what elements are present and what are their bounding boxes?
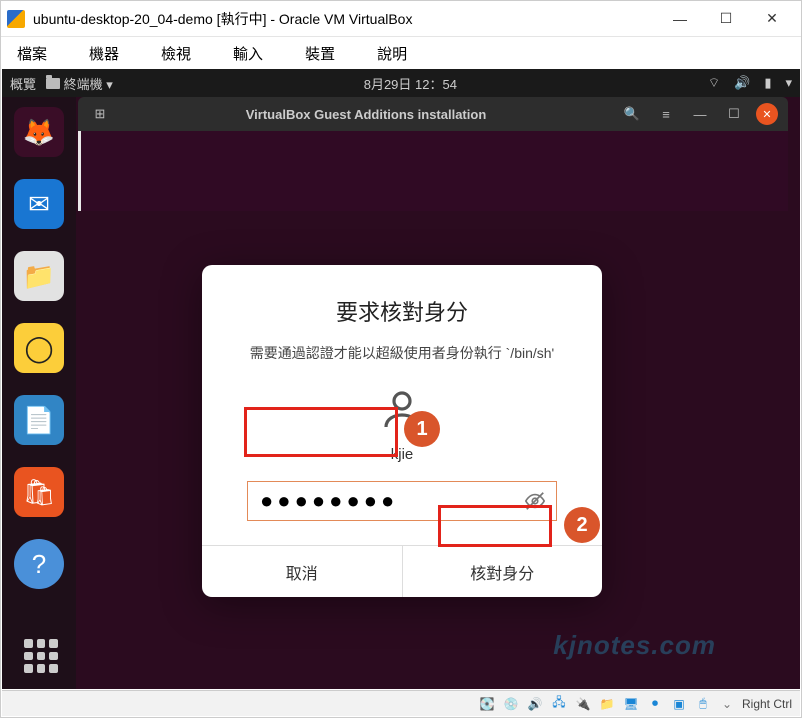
menu-file[interactable]: 檔案 bbox=[11, 39, 53, 68]
clock[interactable]: 8月29日 12：54 bbox=[113, 74, 708, 93]
usb-icon[interactable]: 🔌 bbox=[574, 695, 592, 713]
minimize-button[interactable]: — bbox=[657, 3, 703, 35]
dialog-username: kjie bbox=[232, 446, 572, 463]
password-input[interactable]: ●●●●●●●● bbox=[247, 481, 557, 521]
hamburger-menu-button[interactable]: ≡ bbox=[654, 102, 678, 126]
terminal-indicator-label: 終端機 bbox=[64, 77, 103, 92]
dock-files-icon[interactable]: 📁 bbox=[14, 251, 64, 301]
menu-machine[interactable]: 機器 bbox=[83, 39, 125, 68]
terminal-body[interactable] bbox=[78, 131, 788, 211]
maximize-button[interactable]: ☐ bbox=[703, 3, 749, 35]
virtualbox-icon bbox=[7, 10, 25, 28]
vm-viewport: 概覽 終端機 ▾ 8月29日 12：54 ⌔ 🔊 ▮ ▾ ⊞ VirtualBo… bbox=[2, 69, 800, 689]
terminal-indicator-icon bbox=[46, 78, 60, 89]
menu-help[interactable]: 說明 bbox=[371, 39, 413, 68]
hostkey-label: Right Ctrl bbox=[742, 697, 792, 711]
display-icon[interactable]: 🖥 bbox=[622, 695, 640, 713]
menu-devices[interactable]: 裝置 bbox=[299, 39, 341, 68]
dock-software-icon[interactable]: 🛍 bbox=[14, 467, 64, 517]
shared-folder-icon[interactable]: 📁 bbox=[598, 695, 616, 713]
hdd-activity-icon[interactable]: 💽 bbox=[478, 695, 496, 713]
cancel-button[interactable]: 取消 bbox=[202, 546, 402, 597]
menubar: 檔案 機器 檢視 輸入 裝置 說明 bbox=[1, 37, 801, 69]
network-icon[interactable]: ⌔ bbox=[708, 75, 720, 91]
menu-input[interactable]: 輸入 bbox=[227, 39, 269, 68]
system-menu-caret-icon[interactable]: ▾ bbox=[785, 75, 792, 91]
user-avatar-icon bbox=[232, 385, 572, 438]
dock-firefox-icon[interactable]: 🦊 bbox=[14, 107, 64, 157]
terminal-app-indicator[interactable]: 終端機 ▾ bbox=[46, 74, 113, 93]
battery-icon[interactable]: ▮ bbox=[764, 75, 771, 91]
vbox-statusbar: 💽 💿 🔊 🖧 🔌 📁 🖥 ⏺ ▣ 🖱 ⌄ Right Ctrl bbox=[2, 690, 800, 716]
activities-button[interactable]: 概覽 bbox=[10, 74, 36, 93]
annotation-callout-2: 2 bbox=[564, 507, 600, 543]
new-tab-button[interactable]: ⊞ bbox=[88, 102, 112, 126]
dialog-actions: 取消 核對身分 bbox=[202, 545, 602, 597]
menu-view[interactable]: 檢視 bbox=[155, 39, 197, 68]
cpu-icon[interactable]: ▣ bbox=[670, 695, 688, 713]
window-close-button[interactable]: ✕ bbox=[756, 103, 778, 125]
annotation-callout-1: 1 bbox=[404, 411, 440, 447]
ubuntu-dock: 🦊 ✉ 📁 ◯ 📄 🛍 ? bbox=[2, 97, 76, 689]
audio-icon[interactable]: 🔊 bbox=[526, 695, 544, 713]
dock-help-icon[interactable]: ? bbox=[14, 539, 64, 589]
dialog-title: 要求核對身分 bbox=[232, 295, 572, 327]
hostkey-indicator-icon: ⌄ bbox=[718, 695, 736, 713]
search-button[interactable]: 🔍 bbox=[620, 102, 644, 126]
window-min-button[interactable]: — bbox=[688, 102, 712, 126]
window-controls: — ☐ ✕ bbox=[657, 3, 795, 35]
dock-thunderbird-icon[interactable]: ✉ bbox=[14, 179, 64, 229]
dock-libreoffice-icon[interactable]: 📄 bbox=[14, 395, 64, 445]
recording-icon[interactable]: ⏺ bbox=[646, 695, 664, 713]
window-title: ubuntu-desktop-20_04-demo [執行中] - Oracle… bbox=[33, 9, 657, 29]
dialog-message: 需要通過認證才能以超級使用者身份執行 `/bin/sh' bbox=[232, 343, 572, 363]
ubuntu-topbar: 概覽 終端機 ▾ 8月29日 12：54 ⌔ 🔊 ▮ ▾ bbox=[2, 69, 800, 97]
window-max-button[interactable]: ☐ bbox=[722, 102, 746, 126]
window-titlebar: ubuntu-desktop-20_04-demo [執行中] - Oracle… bbox=[1, 1, 801, 37]
optical-drive-icon[interactable]: 💿 bbox=[502, 695, 520, 713]
password-mask: ●●●●●●●● bbox=[260, 488, 398, 514]
network-adapter-icon[interactable]: 🖧 bbox=[550, 695, 568, 713]
watermark-text: kjnotes.com bbox=[553, 630, 716, 661]
dock-rhythmbox-icon[interactable]: ◯ bbox=[14, 323, 64, 373]
terminal-headerbar[interactable]: ⊞ VirtualBox Guest Additions installatio… bbox=[78, 97, 788, 131]
reveal-password-icon[interactable] bbox=[524, 490, 546, 517]
auth-dialog: 要求核對身分 需要通過認證才能以超級使用者身份執行 `/bin/sh' kjie… bbox=[202, 265, 602, 597]
close-button[interactable]: ✕ bbox=[749, 3, 795, 35]
show-applications-button[interactable] bbox=[24, 639, 58, 673]
mouse-integration-icon[interactable]: 🖱 bbox=[694, 695, 712, 713]
volume-icon[interactable]: 🔊 bbox=[734, 75, 750, 91]
terminal-title: VirtualBox Guest Additions installation bbox=[122, 107, 610, 122]
authenticate-button[interactable]: 核對身分 bbox=[402, 546, 603, 597]
